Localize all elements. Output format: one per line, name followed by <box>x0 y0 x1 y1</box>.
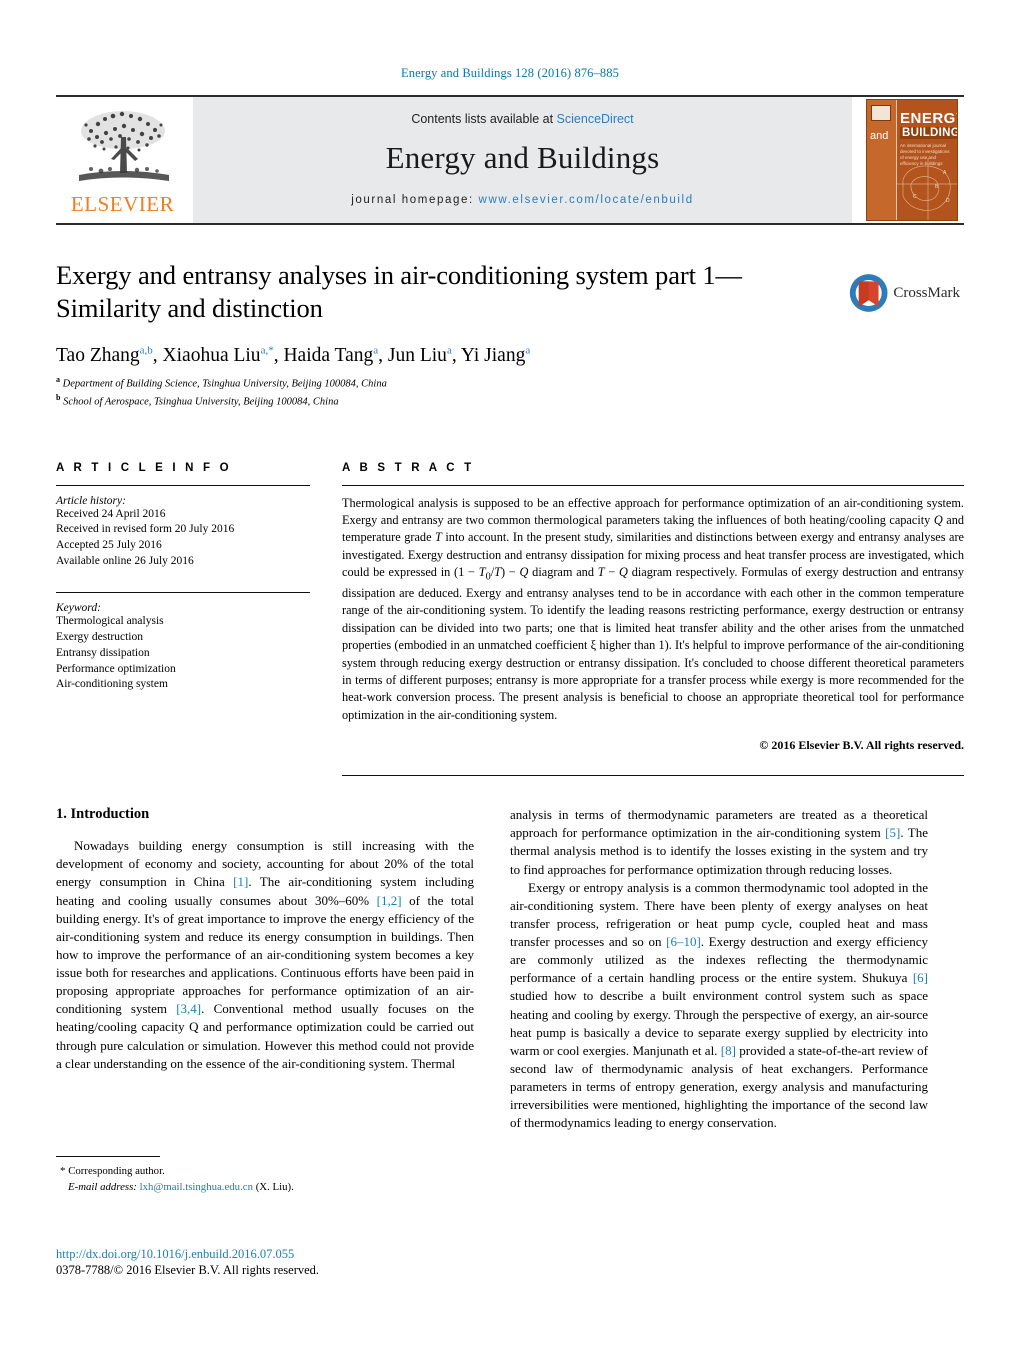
crossmark-label: CrossMark <box>893 284 960 301</box>
masthead-bottom-rule <box>56 223 964 225</box>
affiliation-item: b School of Aerospace, Tsinghua Universi… <box>56 392 964 410</box>
abstract-column: A B S T R A C T Thermological analysis i… <box>328 462 964 777</box>
affiliation-list: a Department of Building Science, Tsingh… <box>56 374 964 409</box>
author-affil-marker: a <box>525 344 531 357</box>
body-columns: 1. Introduction Nowadays building energy… <box>56 806 964 1132</box>
page-footer: http://dx.doi.org/10.1016/j.enbuild.2016… <box>56 1246 656 1279</box>
journal-title: Energy and Buildings <box>385 140 660 175</box>
author-name: Jun Liu <box>387 344 447 366</box>
contents-prefix: Contents lists available at <box>411 112 557 126</box>
email-address-link[interactable]: lxh@mail.tsinghua.edu.cn <box>140 1181 253 1193</box>
affiliation-marker: a <box>56 375 60 385</box>
email-owner: (X. Liu). <box>255 1180 294 1193</box>
author-entry: Haida Tanga <box>283 344 379 366</box>
keyword-item: Entransy dissipation <box>56 646 150 659</box>
footnote-star-marker: * <box>60 1165 66 1177</box>
abstract-heading: A B S T R A C T <box>342 461 475 474</box>
keyword-item: Air-conditioning system <box>56 678 168 691</box>
affiliation-marker: b <box>56 392 61 402</box>
elsevier-wordmark: ELSEVIER <box>70 192 175 216</box>
author-name: Yi Jiang <box>460 344 526 366</box>
sciencedirect-link[interactable]: ScienceDirect <box>557 112 634 126</box>
journal-masthead: ELSEVIER Contents lists available at Sci… <box>56 95 964 223</box>
footnote-corresponding-text: Corresponding author. <box>68 1165 165 1177</box>
keyword-item: Thermological analysis <box>56 615 164 628</box>
crossmark-badge[interactable]: CrossMark <box>848 261 960 325</box>
title-block: Exergy and entransy analyses in air-cond… <box>56 259 964 410</box>
footnote-rule <box>56 1156 160 1157</box>
author-name: Xiaohua Liu <box>162 344 261 366</box>
journal-cover-thumbnail: and ENERGY BUILDINGS An international jo… <box>860 97 964 223</box>
author-affil-marker: a,* <box>260 344 274 357</box>
homepage-url[interactable]: www.elsevier.com/locate/enbuild <box>479 194 694 206</box>
cover-energy-text: ENERGY <box>900 110 957 127</box>
abstract-bottom-rule <box>342 775 964 777</box>
article-history-item: Accepted 25 July 2016 <box>56 539 162 552</box>
affiliation-text: Department of Building Science, Tsinghua… <box>62 378 387 390</box>
author-entry: Jun Liua <box>387 344 452 366</box>
keywords-rule <box>56 592 310 594</box>
homepage-label: journal homepage: <box>351 194 474 206</box>
article-info-heading: A R T I C L E I N F O <box>56 461 232 474</box>
keywords-block: Keyword: Thermological analysis Exergy d… <box>56 592 310 693</box>
elsevier-logo: ELSEVIER <box>56 97 189 223</box>
keywords-label: Keyword: <box>56 602 101 615</box>
body-paragraph: analysis in terms of thermodynamic param… <box>510 807 928 877</box>
section-title-introduction: 1. Introduction <box>56 806 150 823</box>
issn-copyright-line: 0378-7788/© 2016 Elsevier B.V. All right… <box>56 1263 320 1278</box>
article-history-item: Received in revised form 20 July 2016 <box>56 523 235 536</box>
abstract-copyright: © 2016 Elsevier B.V. All rights reserved… <box>759 738 964 753</box>
author-affil-marker: a,b <box>139 344 153 357</box>
article-info-column: A R T I C L E I N F O Article history: R… <box>56 462 328 777</box>
contents-available-line: Contents lists available at ScienceDirec… <box>411 112 633 126</box>
body-column-left: 1. Introduction Nowadays building energy… <box>56 806 474 1132</box>
affiliation-text: School of Aerospace, Tsinghua University… <box>63 396 339 408</box>
elsevier-tree-icon <box>78 111 169 181</box>
article-page: Energy and Buildings 128 (2016) 876–885 <box>0 0 1020 1351</box>
keyword-item: Exergy destruction <box>56 630 143 643</box>
info-abstract-region: A R T I C L E I N F O Article history: R… <box>56 462 964 777</box>
footnote-email-line: E-mail address: lxh@mail.tsinghua.edu.cn… <box>56 1180 474 1196</box>
abstract-rule <box>342 484 964 486</box>
author-entry: Yi Jianga <box>460 344 531 366</box>
svg-text:D: D <box>946 198 950 204</box>
cover-buildings-text: BUILDINGS <box>900 127 957 139</box>
cover-and-text: and <box>870 130 889 142</box>
running-head: Energy and Buildings 128 (2016) 876–885 <box>401 66 619 80</box>
cover-badge-icon <box>871 105 891 121</box>
article-title: Exergy and entransy analyses in air-cond… <box>56 260 742 324</box>
body-paragraph: Exergy or entropy analysis is a common t… <box>510 879 928 1131</box>
author-affil-marker: a <box>446 344 452 357</box>
email-address-label: E-mail address: <box>68 1180 137 1193</box>
crossmark-icon <box>849 274 888 312</box>
article-history-label: Article history: <box>56 494 126 507</box>
body-column-right: analysis in terms of thermodynamic param… <box>510 806 928 1132</box>
article-history-item: Received 24 April 2016 <box>56 507 166 520</box>
svg-text:C: C <box>913 194 917 200</box>
abstract-text: Thermological analysis is supposed to be… <box>342 495 964 722</box>
author-name: Tao Zhang <box>56 344 140 366</box>
keyword-item: Performance optimization <box>56 662 176 675</box>
author-entry: Tao Zhanga,b <box>56 344 153 366</box>
footnote-corresponding-line: * Corresponding author. <box>56 1164 474 1180</box>
article-history-item: Available online 26 July 2016 <box>56 555 194 568</box>
cover-diagram-icon: ABCD <box>897 158 957 220</box>
corresponding-author-footnote: * Corresponding author. E-mail address: … <box>56 1156 474 1196</box>
article-info-rule <box>56 484 310 486</box>
author-name: Haida Tang <box>283 344 374 366</box>
body-paragraph: Nowadays building energy consumption is … <box>56 838 475 1071</box>
doi-link[interactable]: http://dx.doi.org/10.1016/j.enbuild.2016… <box>56 1246 656 1262</box>
author-list: Tao Zhanga,b, Xiaohua Liua,*, Haida Tang… <box>56 344 531 366</box>
affiliation-item: a Department of Building Science, Tsingh… <box>56 374 964 392</box>
journal-homepage-line: journal homepage: www.elsevier.com/locat… <box>351 194 693 206</box>
author-entry: Xiaohua Liua,* <box>162 344 274 366</box>
cover-art: and ENERGY BUILDINGS An international jo… <box>866 99 958 221</box>
author-affil-marker: a <box>373 344 379 357</box>
journal-band: Contents lists available at ScienceDirec… <box>193 97 852 223</box>
